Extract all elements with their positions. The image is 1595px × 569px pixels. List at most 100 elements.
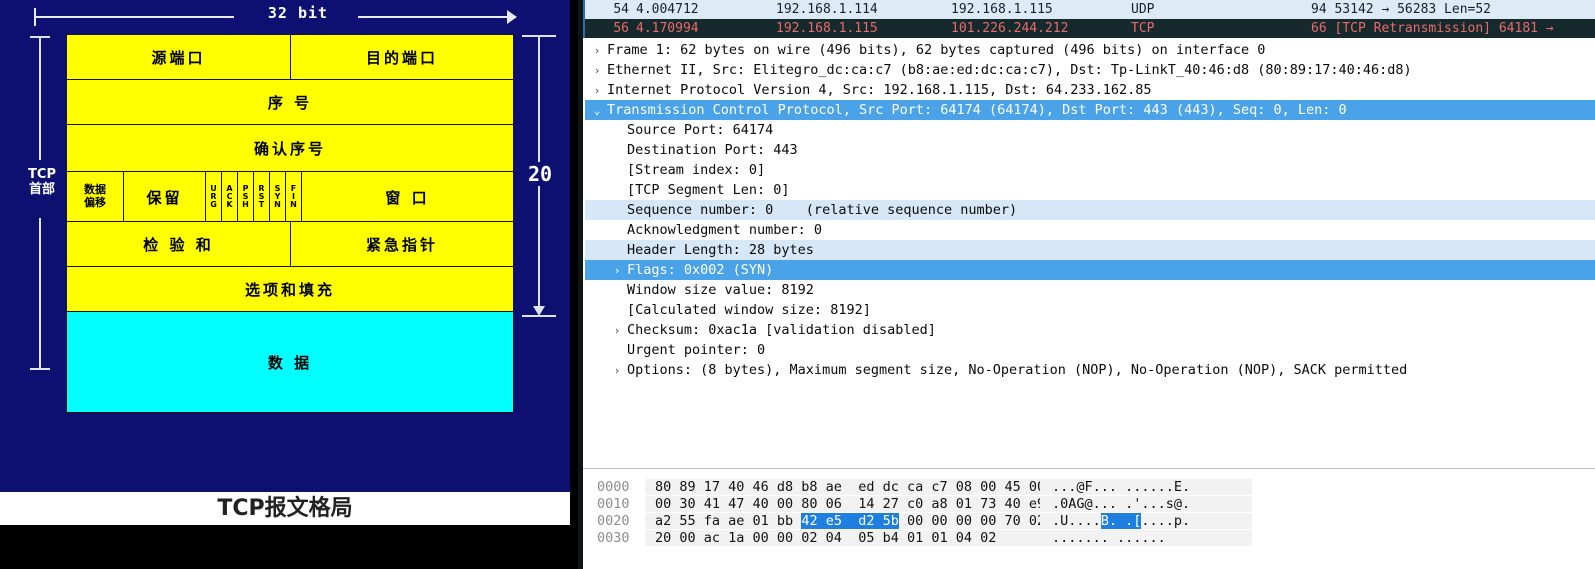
detail-tree-label: Transmission Control Protocol, Src Port:… <box>607 102 1347 118</box>
detail-tree-row[interactable]: Source Port: 64174 <box>585 120 1595 140</box>
packet-row-56[interactable]: 56 4.170994 192.168.1.115 101.226.244.21… <box>585 19 1595 38</box>
packet-no: 54 <box>613 2 629 17</box>
detail-tree-label: Ethernet II, Src: Elitegro_dc:ca:c7 (b8:… <box>607 62 1412 78</box>
field-destination-port: 目的端口 <box>290 35 513 79</box>
tcp-header-diagram-slide: 32 bit TCP 首部 20 源端口 目的端口 序 号 确认序号 数据 偏移… <box>0 0 570 569</box>
ruler-right-arrow-icon <box>507 10 517 24</box>
flag-bit-syn: S Y N <box>269 172 285 222</box>
row-ports: 源端口 目的端口 <box>66 34 514 80</box>
hex-ascii-span: ....p. <box>1141 512 1191 529</box>
detail-tree-label: Sequence number: 0 (relative sequence nu… <box>627 202 1018 218</box>
tcp-field-table: 源端口 目的端口 序 号 确认序号 数据 偏移 保留 U R G A C K P… <box>66 34 514 413</box>
packet-destination: 192.168.1.115 <box>951 2 1053 17</box>
detail-tree-row[interactable]: › Internet Protocol Version 4, Src: 192.1… <box>585 80 1595 100</box>
detail-tree-row[interactable]: Acknowledgment number: 0 <box>585 220 1595 240</box>
flag-bit-rst: R S T <box>253 172 269 222</box>
flag-syn-l2: N <box>274 200 281 210</box>
packet-bytes-pane[interactable]: 0000 80 89 17 40 46 d8 b8 ae ed dc ca c7 … <box>578 468 1595 569</box>
hex-dump-row[interactable]: 0020 a2 55 fa ae 01 bb 42 e5 d2 5b 00 00 … <box>585 512 1595 529</box>
detail-tree-label: [TCP Segment Len: 0] <box>627 182 790 198</box>
packet-time: 4.004712 <box>636 2 699 17</box>
chevron-down-icon[interactable]: ⌄ <box>587 104 607 117</box>
hex-bytes-selected: 42 e5 d2 5b <box>801 512 899 529</box>
bytes-pane-separator <box>583 468 1595 477</box>
hex-bytes: 80 89 17 40 46 d8 b8 ae ed dc ca c7 08 0… <box>645 478 1045 495</box>
hex-ascii-selected: B. .[ <box>1100 512 1142 529</box>
detail-tree-row[interactable]: › Options: (8 bytes), Maximum segment siz… <box>585 360 1595 380</box>
detail-tree-row[interactable]: Header Length: 28 bytes <box>585 240 1595 260</box>
bytes-pane-gutter <box>578 468 583 569</box>
hex-bytes-span: 00 00 00 00 70 02 <box>898 512 1046 529</box>
packet-list-pane[interactable]: 54 4.004712 192.168.1.114 192.168.1.115 … <box>578 0 1595 38</box>
row-options: 选项和填充 <box>66 267 514 312</box>
detail-tree-label: Options: (8 bytes), Maximum segment size… <box>627 362 1408 378</box>
detail-tree-label: Frame 1: 62 bytes on wire (496 bits), 62… <box>607 42 1266 58</box>
detail-tree-row[interactable]: › Checksum: 0xac1a [validation disabled] <box>585 320 1595 340</box>
detail-tree-row[interactable]: [Calculated window size: 8192] <box>585 300 1595 320</box>
hex-ascii-span: ...@F... ......E. <box>1052 478 1191 495</box>
flag-bit-fin: F I N <box>285 172 301 222</box>
detail-tree-row[interactable]: Urgent pointer: 0 <box>585 340 1595 360</box>
hex-offset: 0020 <box>597 512 630 529</box>
detail-tree-row[interactable]: Destination Port: 443 <box>585 140 1595 160</box>
bit-width-ruler: 32 bit <box>28 4 528 30</box>
chevron-right-icon[interactable]: › <box>607 364 627 377</box>
chevron-right-icon[interactable]: › <box>607 324 627 337</box>
detail-tree-row[interactable]: ⌄ Transmission Control Protocol, Src Port… <box>585 100 1595 120</box>
flag-bit-urg: U R G <box>205 172 221 222</box>
flag-bit-psh: P S H <box>237 172 253 222</box>
row-sequence: 序 号 <box>66 80 514 125</box>
field-data-offset: 数据 偏移 <box>67 172 123 222</box>
packet-detail-pane[interactable]: › Frame 1: 62 bytes on wire (496 bits), 6… <box>578 38 1595 468</box>
wireshark-window: 54 4.004712 192.168.1.114 192.168.1.115 … <box>578 0 1595 569</box>
detail-tree-label: Acknowledgment number: 0 <box>627 222 823 238</box>
chevron-right-icon[interactable]: › <box>607 264 627 277</box>
flag-urg-l2: G <box>210 200 217 210</box>
hex-bytes-span: 80 89 17 40 46 d8 b8 ae ed dc ca c7 08 0… <box>655 478 1046 495</box>
detail-tree-label: Source Port: 64174 <box>627 122 774 138</box>
field-reserved: 保留 <box>123 172 205 222</box>
header-bracket-bottom-tick <box>30 368 50 370</box>
hex-dump-row[interactable]: 0010 00 30 41 47 40 00 80 06 14 27 c0 a8 … <box>585 495 1595 512</box>
chevron-right-icon[interactable]: › <box>587 44 607 57</box>
detail-tree-label: Checksum: 0xac1a [validation disabled] <box>627 322 936 338</box>
flag-ack-l2: K <box>226 200 233 210</box>
hex-ascii: ...@F... ......E. <box>1040 478 1252 495</box>
packet-row-54[interactable]: 54 4.004712 192.168.1.114 192.168.1.115 … <box>585 0 1595 19</box>
chevron-right-icon[interactable]: › <box>587 64 607 77</box>
detail-tree-row[interactable]: [Stream index: 0] <box>585 160 1595 180</box>
hex-dump-row[interactable]: 0000 80 89 17 40 46 d8 b8 ae ed dc ca c7 … <box>585 478 1595 495</box>
hex-ascii: .0AG@... .'...s@. <box>1040 495 1252 512</box>
detail-tree-row[interactable]: › Ethernet II, Src: Elitegro_dc:ca:c7 (b8… <box>585 60 1595 80</box>
field-data: 数 据 <box>267 353 313 372</box>
detail-tree-row[interactable]: Window size value: 8192 <box>585 280 1595 300</box>
detail-tree-label: Internet Protocol Version 4, Src: 192.16… <box>607 82 1152 98</box>
field-source-port: 源端口 <box>151 48 206 67</box>
panel-divider <box>570 0 578 569</box>
hex-offset: 0010 <box>597 495 630 512</box>
detail-tree-row[interactable]: › Flags: 0x002 (SYN) <box>585 260 1595 280</box>
detail-tree-label: Destination Port: 443 <box>627 142 798 158</box>
hex-dump-row[interactable]: 0030 20 00 ac 1a 00 00 02 04 05 b4 01 01 … <box>585 529 1595 546</box>
chevron-right-icon[interactable]: › <box>587 84 607 97</box>
detail-tree-row[interactable]: › Frame 1: 62 bytes on wire (496 bits), 6… <box>585 40 1595 60</box>
detail-tree-label: Urgent pointer: 0 <box>627 342 766 358</box>
slide-caption-strip: TCP报文格局 <box>0 492 570 525</box>
hex-offset: 0030 <box>597 529 630 546</box>
row-ack: 确认序号 <box>66 125 514 172</box>
field-ack-number: 确认序号 <box>253 139 326 158</box>
hex-ascii-span: ....... ...... <box>1052 529 1166 546</box>
detail-tree-label: Header Length: 28 bytes <box>627 242 814 258</box>
flag-fin-l2: N <box>290 200 297 210</box>
hex-bytes-span: 00 30 41 47 40 00 80 06 14 27 c0 a8 01 7… <box>655 495 1046 512</box>
hex-ascii: ....... ...... <box>1040 529 1252 546</box>
hex-ascii: .U....B. .[....p. <box>1040 512 1252 529</box>
tcp-header-label: TCP 首部 <box>20 167 64 197</box>
slide-caption: TCP报文格局 <box>217 496 353 521</box>
ruler-label: 32 bit <box>267 4 329 22</box>
detail-tree-row[interactable]: Sequence number: 0 (relative sequence nu… <box>585 200 1595 220</box>
detail-tree-row[interactable]: [TCP Segment Len: 0] <box>585 180 1595 200</box>
slide-canvas: 32 bit TCP 首部 20 源端口 目的端口 序 号 确认序号 数据 偏移… <box>0 0 570 492</box>
header-size-label: 20 <box>522 162 558 186</box>
ruler-line-right <box>358 16 513 18</box>
